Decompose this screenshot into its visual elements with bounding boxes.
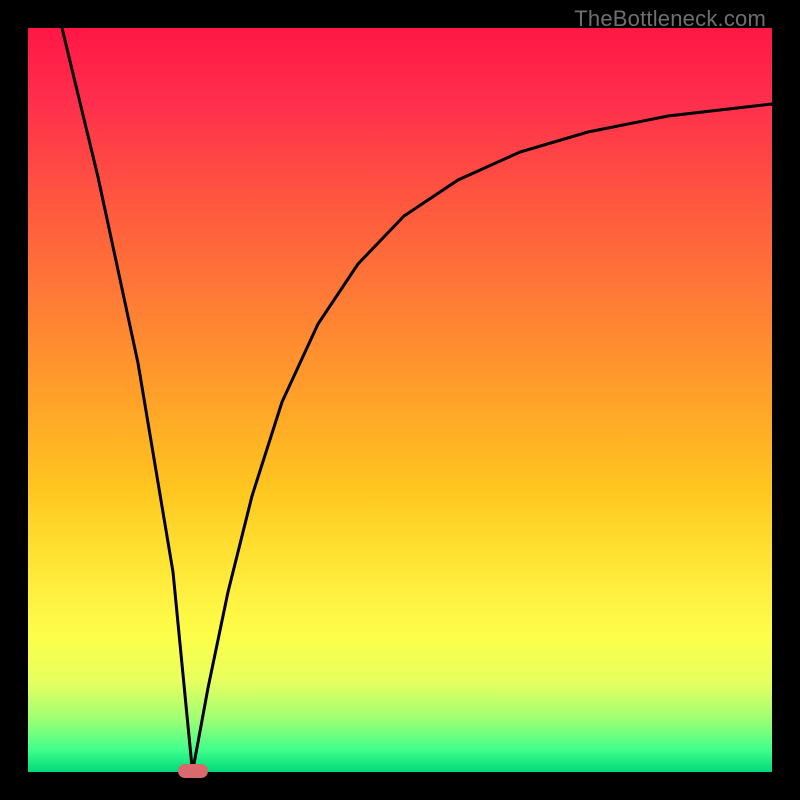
bottleneck-curve [28,28,772,772]
curve-line [62,28,772,772]
optimum-marker [178,764,208,778]
plot-area [28,28,772,772]
chart-frame: TheBottleneck.com [0,0,800,800]
